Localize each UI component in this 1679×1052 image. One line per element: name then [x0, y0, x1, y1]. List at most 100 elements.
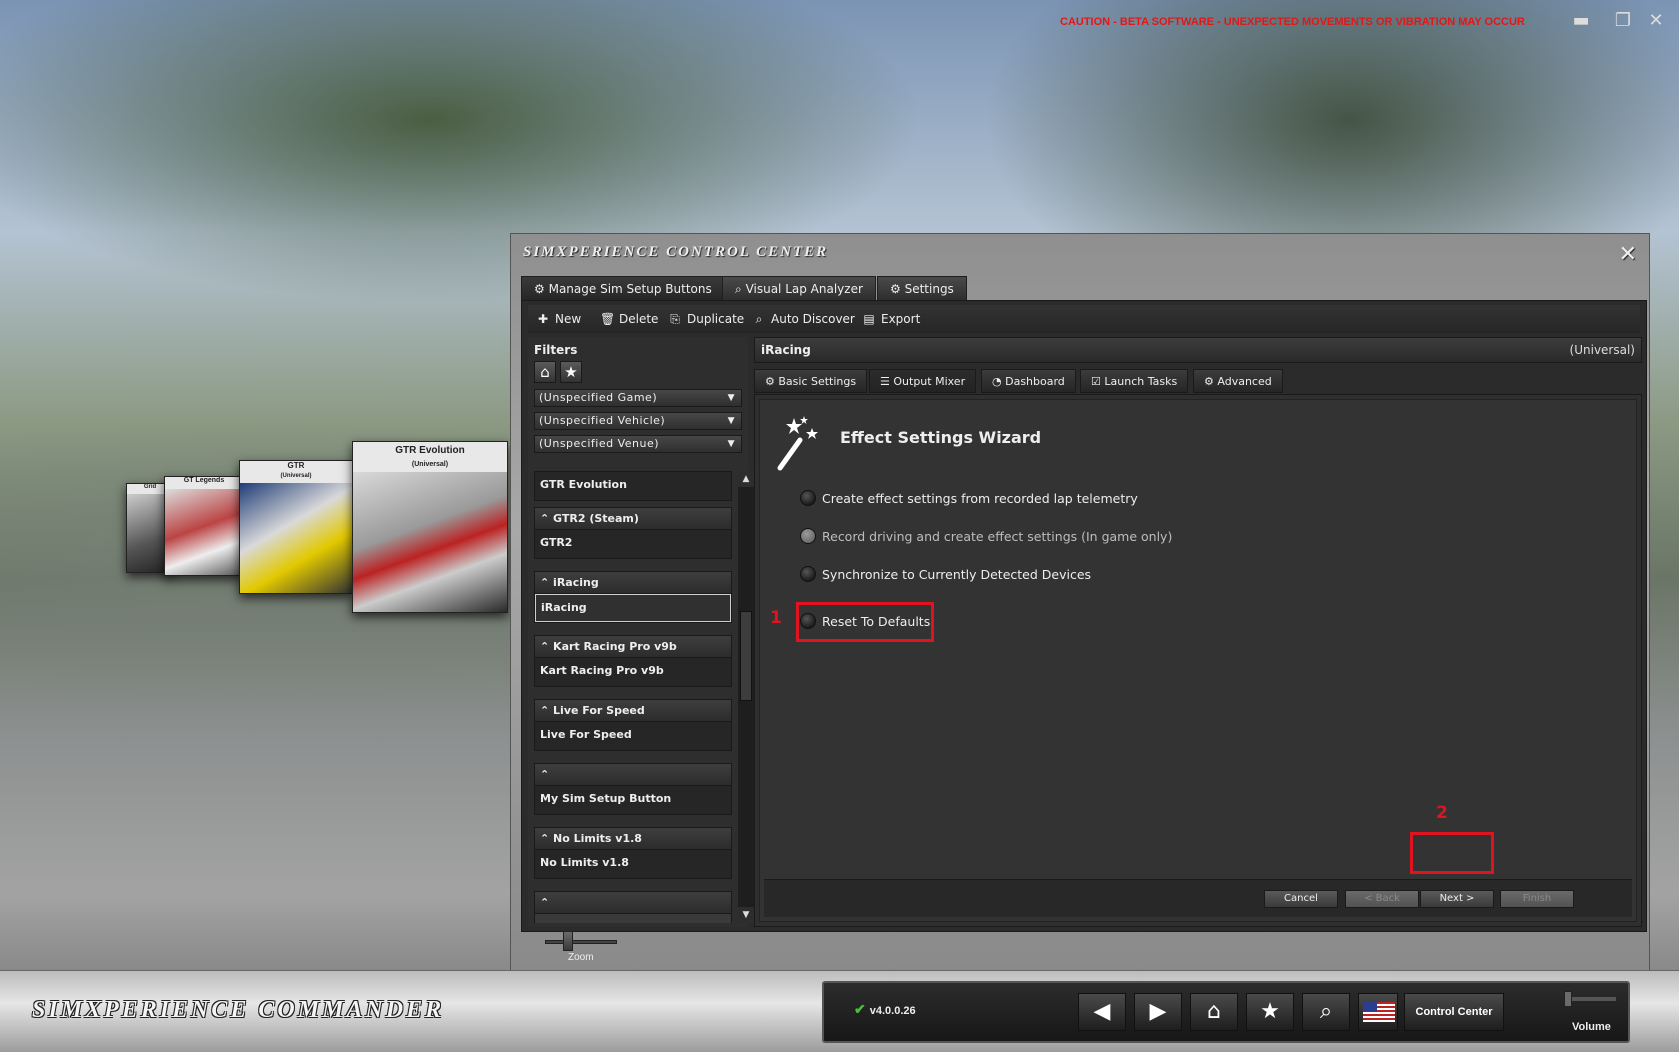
zoom-slider-thumb[interactable] [563, 931, 573, 951]
scroll-thumb[interactable] [740, 611, 752, 701]
tab-settings[interactable]: ⚙ Settings [877, 276, 967, 300]
list-item[interactable]: No Limits v1.8 [535, 850, 731, 878]
group-header-label: Kart Racing Pro v9b [553, 640, 677, 653]
tab-basic-settings[interactable]: ⚙ Basic Settings [754, 369, 868, 393]
tab-label: Basic Settings [778, 375, 857, 388]
game-filter-value: (Unspecified Game) [539, 391, 658, 404]
option-synchronize-devices[interactable]: Synchronize to Currently Detected Device… [800, 564, 1091, 586]
group-header[interactable]: ⌃ GTR2 (Steam) [535, 508, 731, 530]
cover-gtr-evolution-title: GTR Evolution [395, 445, 465, 456]
group-header[interactable]: ⌃ Live For Speed [535, 700, 731, 722]
vehicle-filter-select[interactable]: (Unspecified Vehicle) ▼ [534, 412, 742, 430]
search-button[interactable]: ⌕ [1302, 993, 1350, 1031]
minimize-icon[interactable]: ▬ [1570, 10, 1592, 32]
maximize-icon[interactable]: ❐ [1612, 10, 1634, 32]
radio-button[interactable] [800, 490, 816, 506]
export-button[interactable]: ▤ Export [862, 305, 920, 333]
magnifier-icon: ⌕ [735, 282, 742, 296]
window-title: SIMXPERIENCE CONTROL CENTER [523, 244, 829, 260]
tab-advanced[interactable]: ⚙ Advanced [1193, 369, 1283, 393]
tab-manage-sim-setup-buttons[interactable]: ⚙ Manage Sim Setup Buttons [521, 276, 725, 300]
group-header-label: Live For Speed [553, 704, 645, 717]
group-header[interactable]: ⌃ [535, 764, 731, 786]
cover-gtr-evolution[interactable]: GTR Evolution (Universal) [352, 441, 508, 613]
home-filter-icon[interactable]: ⌂ [534, 361, 556, 383]
radio-button [800, 528, 816, 544]
duplicate-button[interactable]: ⎘ Duplicate [668, 305, 744, 333]
star-filter-icon[interactable]: ★ [560, 361, 582, 383]
gears-icon: ⚙ [1204, 375, 1214, 388]
list-item[interactable]: Live For Speed [535, 722, 731, 750]
delete-button[interactable]: 🗑 Delete [600, 305, 658, 333]
game-filter-select[interactable]: (Unspecified Game) ▼ [534, 389, 742, 407]
list-group: ⌃ No Limits v1.8 No Limits v1.8 [534, 827, 732, 879]
volume-label: Volume [1572, 1021, 1611, 1033]
new-button[interactable]: ✚ New [536, 305, 581, 333]
group-header[interactable]: ⌃ iRacing [535, 572, 731, 594]
game-scope: (Universal) [1569, 343, 1635, 357]
volume-slider-thumb[interactable] [1564, 991, 1572, 1007]
group-header[interactable]: ⌃ Kart Racing Pro v9b [535, 636, 731, 658]
cancel-button[interactable]: Cancel [1264, 890, 1338, 908]
home-button[interactable]: ⌂ [1190, 993, 1238, 1031]
list-item[interactable]: GTR Evolution [535, 472, 731, 500]
wizard-button-bar: Cancel < Back Next > Finish [764, 879, 1632, 917]
group-header[interactable]: ⌃ [535, 892, 731, 914]
new-label: New [555, 312, 582, 326]
tab-dashboard[interactable]: ◔ Dashboard [981, 369, 1076, 393]
chevron-down-icon: ▼ [727, 416, 735, 426]
export-label: Export [881, 312, 921, 326]
app-close-icon[interactable]: ✕ [1645, 10, 1667, 32]
search-icon: ⌕ [1319, 999, 1333, 1024]
annotation-marker-1: 1 [770, 608, 782, 628]
tab-visual-lap-analyzer[interactable]: ⌕ Visual Lap Analyzer [722, 276, 876, 300]
group-header-label: No Limits v1.8 [553, 832, 642, 845]
cover-gt-legends-title: GT Legends [165, 477, 243, 489]
cover-gtr[interactable]: GTR (Universal) [239, 460, 353, 594]
caution-banner: CAUTION - BETA SOFTWARE - UNEXPECTED MOV… [1060, 16, 1525, 28]
scroll-up-icon[interactable]: ▲ [738, 471, 754, 487]
checklist-icon: ☑ [1091, 375, 1101, 388]
magic-wand-icon [777, 416, 818, 471]
option-label: Record driving and create effect setting… [822, 529, 1173, 544]
list-group: ⌃ Live For Speed Live For Speed [534, 699, 732, 751]
language-button[interactable] [1358, 993, 1398, 1031]
group-header-label: iRacing [553, 576, 599, 589]
auto-discover-button[interactable]: ⌕ Auto Discover [752, 305, 855, 333]
volume-slider-track[interactable] [1566, 997, 1616, 1001]
gears-icon: ⚙ [765, 375, 775, 388]
favorites-button[interactable]: ★ [1246, 993, 1294, 1031]
back-button: < Back [1345, 890, 1419, 908]
option-create-from-telemetry[interactable]: Create effect settings from recorded lap… [800, 488, 1138, 510]
previous-button[interactable]: ◀ [1078, 993, 1126, 1031]
venue-filter-select[interactable]: (Unspecified Venue) ▼ [534, 435, 742, 453]
triangle-left-icon: ◀ [1093, 999, 1111, 1024]
tab-label: Advanced [1217, 375, 1272, 388]
tab-launch-tasks[interactable]: ☑ Launch Tasks [1080, 369, 1189, 393]
window-close-icon[interactable]: ✕ [1619, 242, 1637, 267]
highlight-box-next [1410, 832, 1494, 874]
list-scrollbar[interactable]: ▲ ▼ [738, 471, 754, 923]
game-name: iRacing [761, 343, 811, 357]
plus-icon: ✚ [537, 312, 549, 326]
radio-button[interactable] [800, 566, 816, 582]
group-header-label: GTR2 (Steam) [553, 512, 639, 525]
scroll-down-icon[interactable]: ▼ [738, 907, 754, 923]
list-item[interactable]: GTR2 [535, 530, 731, 558]
list-item[interactable]: My Sim Setup Button [535, 786, 731, 814]
star-icon: ★ [1260, 999, 1280, 1024]
search-icon: ⌕ [755, 312, 763, 326]
cover-gt-legends[interactable]: GT Legends [164, 476, 244, 576]
effect-settings-wizard: Effect Settings Wizard Create effect set… [754, 394, 1642, 927]
next-nav-button[interactable]: ▶ [1134, 993, 1182, 1031]
list-item[interactable]: Kart Racing Pro v9b [535, 658, 731, 686]
chevron-down-icon: ▼ [727, 439, 735, 449]
option-label: Create effect settings from recorded lap… [822, 491, 1138, 506]
next-button[interactable]: Next > [1420, 890, 1494, 908]
list-item-selected[interactable]: iRacing [535, 594, 731, 622]
group-header[interactable]: ⌃ No Limits v1.8 [535, 828, 731, 850]
tab-label: Manage Sim Setup Buttons [548, 282, 712, 296]
tab-output-mixer[interactable]: ☰ Output Mixer [869, 369, 977, 393]
zoom-slider-track[interactable] [545, 940, 617, 944]
control-center-button[interactable]: Control Center [1404, 993, 1504, 1031]
